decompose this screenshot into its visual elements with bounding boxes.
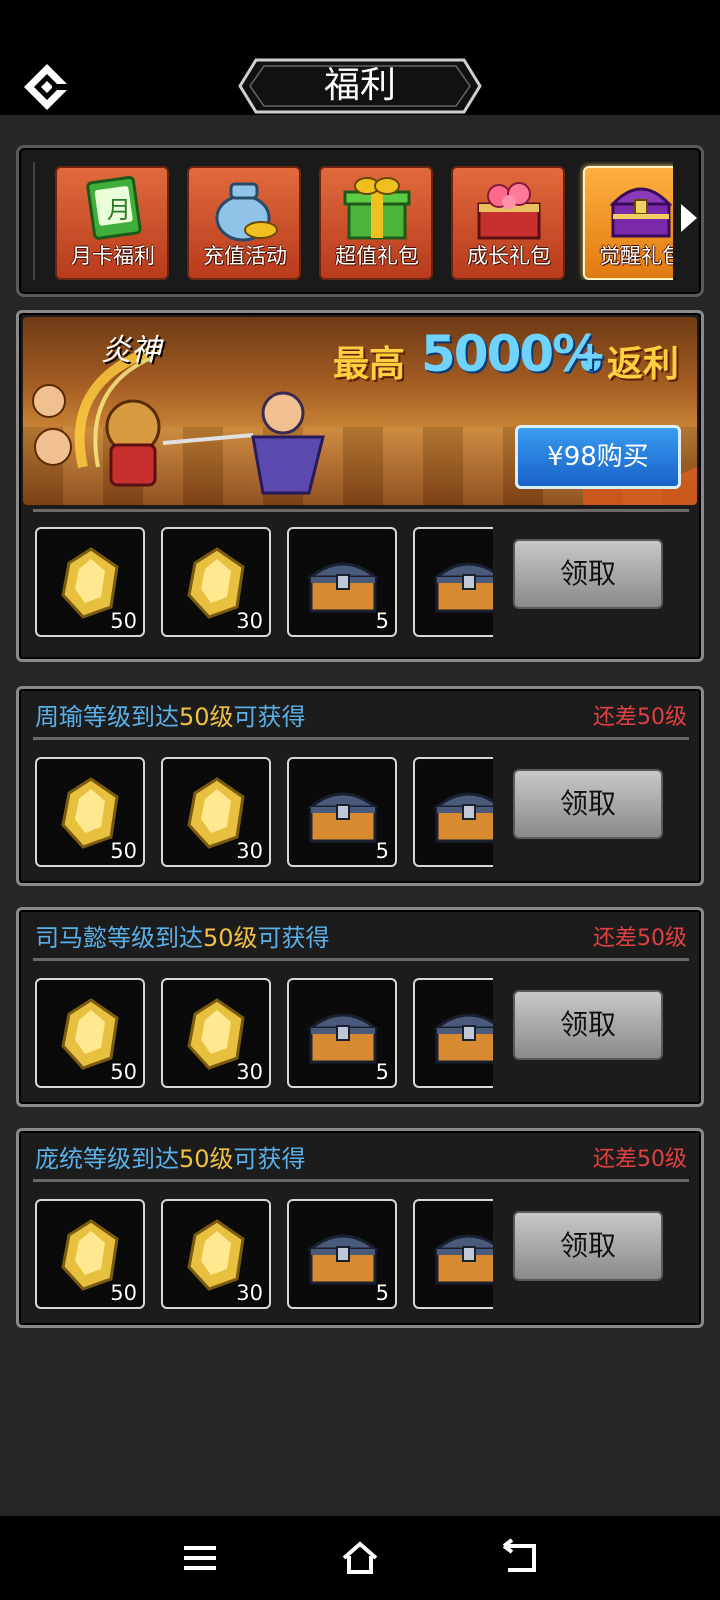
reward-count: 50 <box>110 1281 137 1305</box>
reward-slot[interactable] <box>413 978 493 1088</box>
treasure-chest-icon <box>432 1013 493 1064</box>
tab-label: 觉醒礼包 <box>599 244 673 268</box>
reward-slot[interactable]: 30 <box>161 1199 271 1309</box>
level-reward-card: 庞统等级到达50级可获得 还差50级 50 30 5 领取 <box>16 1128 704 1328</box>
reward-slot[interactable]: 30 <box>161 527 271 637</box>
required-level: 50级 <box>203 924 258 952</box>
claim-button[interactable]: 领取 <box>513 1211 663 1281</box>
divider <box>33 509 689 512</box>
promo-banner: 炎神 最高 5000% + 返利 ¥98购买 <box>23 317 697 505</box>
tab-label: 充值活动 <box>203 244 287 268</box>
required-level: 50级 <box>179 1145 234 1173</box>
flower-box-icon <box>477 182 541 240</box>
reward-count: 30 <box>236 1060 263 1084</box>
reward-slot[interactable]: 30 <box>161 978 271 1088</box>
scroll-right-arrow-icon[interactable] <box>681 204 697 232</box>
reward-count: 5 <box>375 1060 389 1084</box>
banner-card: 炎神 最高 5000% + 返利 ¥98购买 50 30 5 领取 <box>16 310 704 662</box>
reward-condition: 司马懿等级到达50级可获得 <box>35 924 330 952</box>
reward-slot[interactable]: 30 <box>161 757 271 867</box>
category-tabs: 月 月卡福利 充值活动 超值礼包 成长礼包 觉醒礼 <box>16 145 704 297</box>
reward-slot[interactable]: 50 <box>35 978 145 1088</box>
claim-button[interactable]: 领取 <box>513 990 663 1060</box>
treasure-chest-icon <box>432 792 493 843</box>
reward-slot[interactable]: 5 <box>287 978 397 1088</box>
reward-count: 30 <box>236 609 263 633</box>
tab-growth-pack[interactable]: 成长礼包 <box>451 166 565 280</box>
banner-hero-tag: 炎神 <box>101 333 161 368</box>
page-title: 福利 <box>323 65 396 106</box>
svg-text:月: 月 <box>107 196 131 224</box>
system-nav-bar <box>0 1516 720 1600</box>
divider <box>33 958 689 961</box>
tab-recharge[interactable]: 充值活动 <box>187 166 301 280</box>
reward-slot[interactable] <box>413 1199 493 1309</box>
reward-count: 5 <box>375 839 389 863</box>
required-level: 50级 <box>179 703 234 731</box>
banner-headline-plus: + <box>573 333 607 379</box>
treasure-chest-icon <box>306 792 380 843</box>
money-bag-icon <box>215 182 278 242</box>
reward-slot[interactable]: 5 <box>287 757 397 867</box>
banner-headline-suffix: 返利 <box>607 344 680 385</box>
reward-slot[interactable]: 5 <box>287 527 397 637</box>
level-reward-card: 司马懿等级到达50级可获得 还差50级 50 30 5 领取 <box>16 907 704 1107</box>
hero-name: 司马懿 <box>35 924 107 952</box>
reward-count: 30 <box>236 839 263 863</box>
green-gift-icon <box>343 177 411 240</box>
top-bar: 福利 <box>0 0 720 115</box>
tab-label: 超值礼包 <box>335 244 419 268</box>
reward-slot[interactable]: 50 <box>35 1199 145 1309</box>
reward-slot[interactable] <box>413 527 493 637</box>
tab-label: 月卡福利 <box>71 244 155 268</box>
reward-condition: 庞统等级到达50级可获得 <box>35 1145 306 1173</box>
claim-button[interactable]: 领取 <box>513 769 663 839</box>
treasure-chest-icon <box>432 1234 493 1285</box>
level-gap-status: 还差50级 <box>593 705 687 730</box>
level-gap-status: 还差50级 <box>593 926 687 951</box>
tab-awaken-pack[interactable]: 觉醒礼包 <box>583 166 673 280</box>
hero-name: 周瑜 <box>35 703 83 731</box>
reward-count: 50 <box>110 1060 137 1084</box>
home-icon[interactable] <box>340 1538 380 1578</box>
reward-slot[interactable] <box>413 757 493 867</box>
claim-button[interactable]: 领取 <box>513 539 663 609</box>
menu-icon[interactable] <box>180 1538 220 1578</box>
treasure-chest-icon <box>306 562 380 613</box>
hero-name: 庞统 <box>35 1145 83 1173</box>
reward-condition: 周瑜等级到达50级可获得 <box>35 703 306 731</box>
reward-count: 50 <box>110 839 137 863</box>
buy-button[interactable]: ¥98购买 <box>515 425 681 489</box>
divider <box>33 737 689 740</box>
reward-count: 50 <box>110 609 137 633</box>
treasure-chest-icon <box>306 1013 380 1064</box>
back-icon[interactable] <box>500 1538 540 1578</box>
banner-headline-prefix: 最高 <box>333 344 406 385</box>
tab-strip: 月 月卡福利 充值活动 超值礼包 成长礼包 觉醒礼 <box>33 162 673 280</box>
reward-count: 5 <box>375 609 389 633</box>
reward-count: 30 <box>236 1281 263 1305</box>
reward-count: 5 <box>375 1281 389 1305</box>
level-gap-status: 还差50级 <box>593 1147 687 1172</box>
tab-value-pack[interactable]: 超值礼包 <box>319 166 433 280</box>
reward-slot[interactable]: 50 <box>35 757 145 867</box>
purple-chest-icon <box>609 187 673 238</box>
tab-label: 成长礼包 <box>467 244 551 268</box>
month-card-icon: 月 <box>86 175 142 240</box>
divider <box>33 1179 689 1182</box>
title-plate: 福利 <box>238 58 482 114</box>
tab-month-card[interactable]: 月 月卡福利 <box>55 166 169 280</box>
app-logo-icon[interactable] <box>22 62 72 112</box>
reward-slot[interactable]: 5 <box>287 1199 397 1309</box>
reward-slot[interactable]: 50 <box>35 527 145 637</box>
level-reward-card: 周瑜等级到达50级可获得 还差50级 50 30 5 领取 <box>16 686 704 886</box>
treasure-chest-icon <box>432 562 493 613</box>
treasure-chest-icon <box>306 1234 380 1285</box>
